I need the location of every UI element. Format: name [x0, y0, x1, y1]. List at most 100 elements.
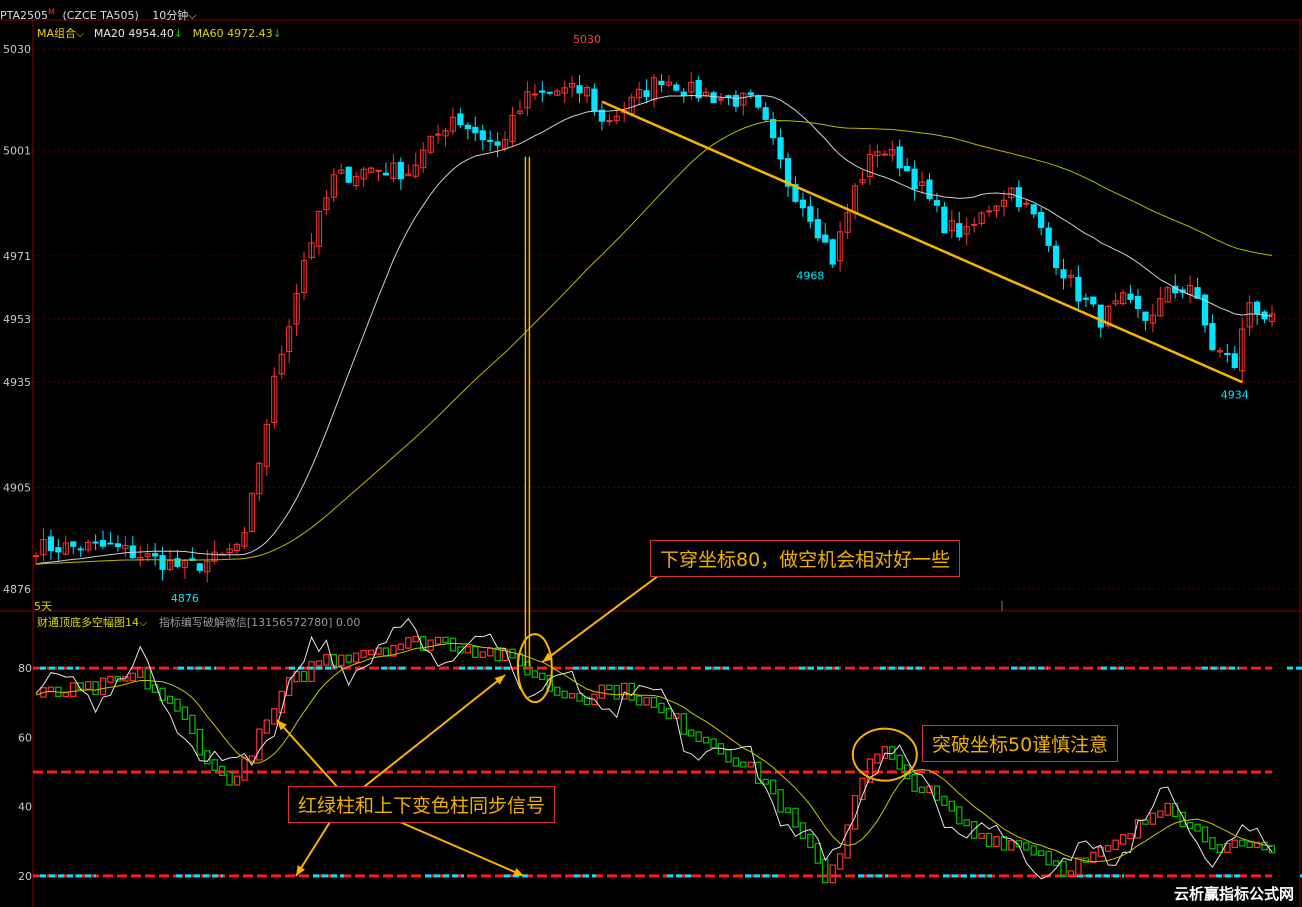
grid [0, 19, 1302, 907]
indicator-bar [1112, 839, 1119, 851]
indicator-bar [933, 785, 941, 801]
indicator-tick-label: 80 [18, 662, 32, 675]
indicator-header: 财通顶底多空幅图14⌵ 指标编写破解微信[13156572780] 0.00 [37, 614, 360, 630]
candle-body [494, 141, 501, 146]
candle-body [822, 234, 829, 243]
price-tick-label: 4905 [3, 481, 31, 494]
candle-body [1134, 295, 1142, 310]
candle-body [92, 541, 99, 544]
candle-body [1082, 297, 1089, 300]
symbol-label[interactable]: PTA2505 [0, 9, 48, 22]
candle-body [1075, 276, 1082, 302]
indicator-bar [531, 670, 539, 678]
indicator-bar [688, 729, 695, 737]
indicator-bar [613, 684, 620, 700]
indicator-bar [412, 635, 419, 643]
indicator-bar [658, 702, 665, 714]
indicator-bar [1149, 812, 1157, 825]
candle-body [1224, 352, 1231, 356]
indicator-bar [553, 686, 561, 696]
indicator-bar [762, 778, 769, 785]
callout-arrow [276, 719, 341, 791]
indicator-bar [256, 728, 263, 761]
indicator-bar [777, 789, 784, 813]
candle-body [904, 165, 911, 172]
indicator-bar [695, 731, 702, 742]
indicator-bar [405, 637, 412, 649]
indicator-name[interactable]: 财通顶底多空幅图14⌵ [37, 616, 147, 629]
annotation-sync: 红绿柱和上下变色柱同步信号 [288, 786, 556, 823]
indicator-bar [1023, 842, 1030, 851]
callout-arrow [399, 821, 525, 877]
candle-body [680, 91, 687, 96]
candle-body [755, 95, 762, 108]
price-low-label: 4876 [171, 592, 199, 605]
candle-body [643, 90, 650, 98]
watermark: 云析赢指标公式网 [1169, 882, 1298, 905]
indicator-bar [948, 800, 956, 812]
indicator-bar [479, 651, 486, 658]
indicator-bar [814, 842, 822, 864]
price-tick-label: 5030 [3, 43, 31, 56]
indicator-bar [323, 654, 330, 666]
indicator-bar [1037, 850, 1045, 856]
candle-body [472, 126, 479, 134]
symbol-mark: M [48, 7, 55, 17]
ma60-down-icon: ↓ [272, 27, 282, 40]
ma20-line [35, 94, 1273, 565]
indicator-bar [911, 774, 918, 792]
symbol-header: PTA2505M (CZCE TA505) 10分钟⌵ [0, 7, 197, 23]
indicator-bar [144, 666, 151, 690]
candle-body [32, 555, 40, 558]
candle-body [777, 137, 784, 160]
candle-body [985, 210, 993, 213]
indicator-bar [747, 761, 755, 768]
indicator-bar [166, 695, 174, 704]
indicator-bar [1045, 850, 1052, 866]
candle-body [531, 93, 538, 96]
indicator-bar [792, 807, 799, 828]
candle-body [956, 223, 963, 238]
indicator-bar [397, 643, 405, 651]
ma-header: MA组合⌵ MA20 4954.40↓ MA60 4972.43↓ [37, 25, 282, 41]
indicator-bar [300, 670, 308, 683]
indicator-bar [568, 692, 576, 699]
indicator-bar [1060, 860, 1067, 878]
candle-body [799, 199, 807, 209]
ma-group-selector[interactable]: MA组合⌵ [37, 27, 84, 40]
candle-body [1090, 296, 1097, 305]
trend-line [601, 100, 1243, 384]
indicator-bar [129, 672, 137, 682]
indicator-bar [650, 697, 658, 708]
candle-body [1030, 204, 1037, 215]
candle-body [107, 542, 114, 545]
indicator-bar [985, 832, 993, 848]
indicator-bar [189, 714, 196, 735]
price-tick-label: 4971 [3, 250, 31, 263]
candle-body [673, 84, 680, 91]
indicator-bar [1261, 841, 1268, 851]
candle-body [397, 161, 404, 180]
candle-body [152, 553, 159, 557]
period-dropdown-icon[interactable]: ⌵ [188, 9, 196, 22]
indicator-bar [472, 646, 479, 658]
indicator-bar [174, 698, 181, 712]
candle-body [606, 120, 613, 123]
candle-body [1142, 311, 1149, 321]
indicator-bar [1000, 836, 1008, 851]
indicator-bar [710, 738, 717, 749]
indicator-bar [769, 779, 777, 795]
indicator-bar [643, 697, 650, 706]
period-selector[interactable]: 10分钟 [152, 9, 188, 22]
candle-body [196, 563, 203, 571]
indicator-bar [606, 684, 613, 691]
candle-body [1045, 227, 1052, 246]
indicator-bar [442, 636, 449, 643]
indicator-bar [963, 819, 970, 827]
indicator-bar [315, 660, 323, 667]
indicator-bar [1209, 837, 1216, 850]
indicator-bar [338, 654, 345, 666]
price-tick-label: 5001 [3, 145, 31, 158]
candle-body [99, 540, 107, 547]
indicator-bar [1194, 823, 1201, 832]
